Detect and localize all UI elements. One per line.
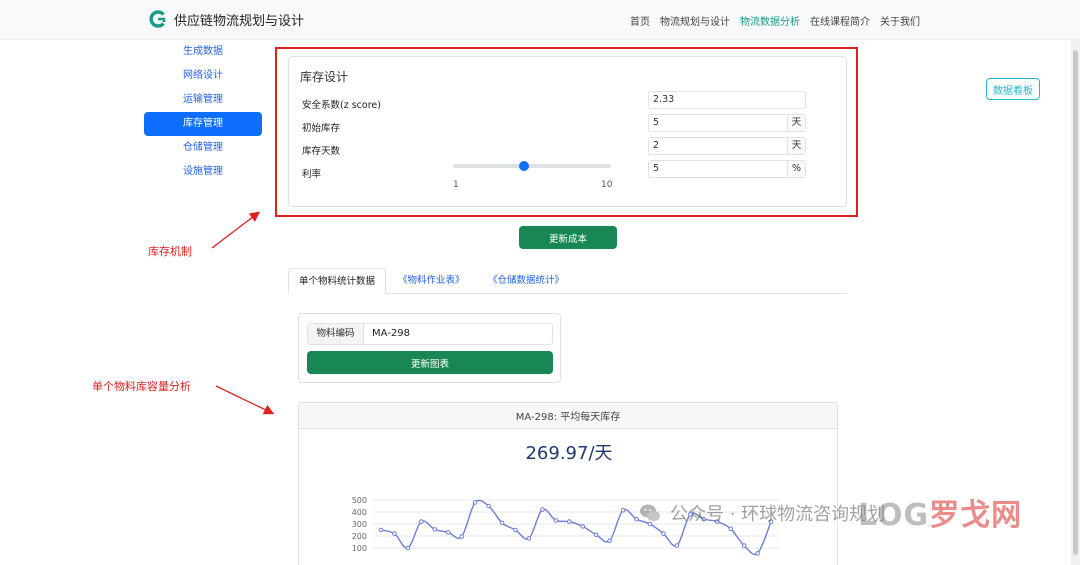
- watermark-logo-suffix: 罗戈网: [929, 498, 1023, 533]
- chart-data-point[interactable]: [378, 527, 384, 533]
- chart-data-point[interactable]: [674, 543, 680, 548]
- update-chart-button[interactable]: 更新图表: [307, 351, 553, 374]
- chart-y-tick-label: 200: [352, 532, 367, 541]
- chart-data-point[interactable]: [459, 534, 464, 539]
- chart-data-point[interactable]: [405, 545, 411, 551]
- arrow-to-chart-box: [215, 385, 275, 415]
- chart-data-point[interactable]: [486, 503, 491, 509]
- chart-data-point[interactable]: [432, 527, 438, 532]
- chart-data-point[interactable]: [392, 531, 397, 536]
- chart-data-point[interactable]: [419, 519, 424, 524]
- watermark-logo-text: LOG: [858, 498, 930, 533]
- wechat-icon: [640, 504, 660, 522]
- material-code-label: 物料编码: [308, 324, 364, 344]
- chart-data-point[interactable]: [661, 531, 666, 536]
- tab-single-material-stats[interactable]: 单个物料统计数据: [288, 268, 387, 294]
- page-scrollbar-thumb[interactable]: [1073, 50, 1078, 555]
- update-cost-button[interactable]: 更新成本: [519, 226, 617, 249]
- chart-data-point[interactable]: [620, 507, 626, 513]
- material-code-input[interactable]: MA-298: [364, 324, 410, 344]
- chart-data-point[interactable]: [445, 530, 451, 535]
- chart-y-tick-label: 300: [352, 520, 367, 529]
- chart-data-point[interactable]: [472, 500, 478, 505]
- chart-data-point[interactable]: [540, 507, 545, 512]
- inventory-chart-card: MA-298: 平均每天库存 269.97/天 500 400 300 200 100: [298, 402, 838, 565]
- chart-y-tick-label: 100: [352, 544, 367, 553]
- chart-data-point[interactable]: [526, 536, 532, 541]
- chart-y-tick-label: 400: [352, 508, 367, 517]
- chart-data-point[interactable]: [607, 538, 612, 544]
- watermark-text: 公众号 · 环球物流咨询规划: [670, 504, 886, 525]
- chart-data-point[interactable]: [728, 526, 733, 532]
- watermark-logo: LOG罗戈网: [858, 490, 1022, 534]
- chart-data-point[interactable]: [499, 520, 505, 526]
- data-tabs: 单个物料统计数据 《物料作业表》 《仓储数据统计》: [288, 268, 847, 294]
- chart-y-tick-label: 500: [352, 496, 367, 505]
- watermark: 公众号 · 环球物流咨询规划: [638, 500, 885, 526]
- material-code-group[interactable]: 物料编码 MA-298: [307, 323, 553, 345]
- chart-data-point[interactable]: [593, 532, 599, 538]
- inventory-line-chart: 500 400 300 200 100: [352, 496, 779, 556]
- chart-data-point[interactable]: [580, 524, 586, 529]
- chart-data-point[interactable]: [566, 519, 572, 524]
- tab-warehouse-statistics[interactable]: 《仓储数据统计》: [478, 268, 574, 294]
- arrow-to-inventory-box: [211, 211, 261, 249]
- chart-data-point[interactable]: [553, 518, 559, 523]
- chart-data-point[interactable]: [513, 527, 518, 533]
- chart-data-point[interactable]: [755, 551, 760, 556]
- chart-data-point[interactable]: [741, 543, 747, 548]
- material-query-card: 物料编码 MA-298 更新图表: [298, 313, 561, 383]
- tab-material-operations[interactable]: 《物料作业表》: [388, 268, 475, 294]
